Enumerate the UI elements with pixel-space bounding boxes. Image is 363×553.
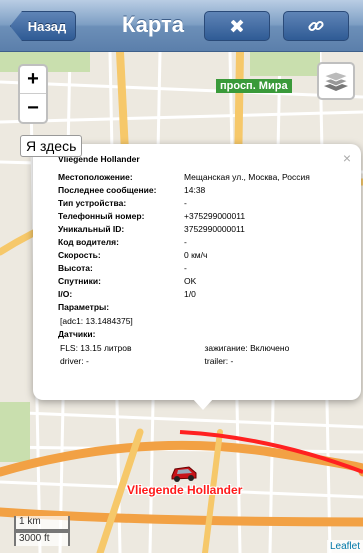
info-value: - bbox=[184, 236, 187, 247]
info-row: Уникальный ID: 3752990000011 bbox=[58, 222, 349, 235]
satellite-button[interactable] bbox=[204, 11, 270, 41]
sensor-row: driver: - trailer: - bbox=[58, 354, 349, 367]
layers-button[interactable] bbox=[317, 62, 355, 100]
info-value: 3752990000011 bbox=[184, 223, 245, 234]
params-value: [adc1: 13.1484375] bbox=[60, 315, 133, 326]
navigation-bar: Назад Карта bbox=[0, 0, 363, 52]
layers-icon bbox=[323, 71, 349, 91]
sensor-row: FLS: 13.15 литров зажигание: Включено bbox=[58, 341, 349, 354]
info-row: Телефонный номер: +375299000011 bbox=[58, 209, 349, 222]
params-title: Параметры: bbox=[58, 302, 110, 312]
here-tooltip: Я здесь bbox=[20, 135, 83, 157]
sensors-title: Датчики: bbox=[58, 329, 96, 339]
scale-bar: 1 km 3000 ft bbox=[14, 516, 70, 546]
back-button[interactable]: Назад bbox=[10, 11, 76, 41]
info-value: 0 км/ч bbox=[184, 249, 208, 260]
vehicle-info-popup: × Vliegende Hollander Местоположение: Мещ… bbox=[33, 144, 361, 400]
sensor-value: зажигание: Включено bbox=[204, 342, 290, 353]
info-value: Мещанская ул., Москва, Россия bbox=[184, 171, 310, 182]
zoom-out-button[interactable]: − bbox=[20, 94, 46, 122]
popup-title: Vliegende Hollander bbox=[58, 154, 140, 164]
info-value: - bbox=[184, 197, 187, 208]
info-row: Последнее сообщение: 14:38 bbox=[58, 183, 349, 196]
info-key: I/O: bbox=[58, 288, 73, 299]
link-icon bbox=[308, 20, 324, 32]
zoom-in-button[interactable]: + bbox=[20, 66, 46, 94]
scale-km: 1 km bbox=[14, 516, 70, 531]
sensor-value: driver: - bbox=[60, 355, 89, 366]
street-label: просп. Мира bbox=[216, 79, 292, 93]
info-row: Скорость: 0 км/ч bbox=[58, 248, 349, 261]
info-key: Тип устройства: bbox=[58, 197, 127, 208]
info-key: Код водителя: bbox=[58, 236, 119, 247]
info-row: Код водителя: - bbox=[58, 235, 349, 248]
info-value: OK bbox=[184, 275, 197, 286]
sensor-value: FLS: 13.15 литров bbox=[60, 342, 132, 353]
info-key: Скорость: bbox=[58, 249, 101, 260]
vehicle-marker[interactable] bbox=[169, 462, 199, 484]
info-value: 14:38 bbox=[184, 184, 206, 195]
info-key: Спутники: bbox=[58, 275, 101, 286]
scale-ft: 3000 ft bbox=[14, 531, 70, 546]
vehicle-label: Vliegende Hollander bbox=[127, 483, 243, 497]
info-row: Спутники: OK bbox=[58, 274, 349, 287]
info-rows: Местоположение: Мещанская ул., Москва, Ро… bbox=[58, 170, 349, 300]
page-title: Карта bbox=[121, 12, 185, 37]
info-key: Телефонный номер: bbox=[58, 210, 145, 221]
info-value: 1/0 bbox=[184, 288, 196, 299]
link-button[interactable] bbox=[283, 11, 349, 41]
info-key: Местоположение: bbox=[58, 171, 133, 182]
satellite-icon bbox=[230, 19, 244, 33]
close-button[interactable]: × bbox=[343, 150, 351, 166]
map-attribution[interactable]: Leaflet bbox=[326, 540, 363, 553]
car-icon bbox=[171, 466, 197, 482]
sensors-list: FLS: 13.15 литров зажигание: Включено driv… bbox=[58, 341, 349, 367]
info-row: Тип устройства: - bbox=[58, 196, 349, 209]
info-key: Уникальный ID: bbox=[58, 223, 125, 234]
info-key: Высота: bbox=[58, 262, 93, 273]
zoom-control: + − bbox=[18, 64, 48, 124]
info-value: - bbox=[184, 262, 187, 273]
info-row: Высота: - bbox=[58, 261, 349, 274]
sensor-value: trailer: - bbox=[204, 355, 234, 366]
info-row: I/O: 1/0 bbox=[58, 287, 349, 300]
info-value: +375299000011 bbox=[184, 210, 246, 221]
info-row: Местоположение: Мещанская ул., Москва, Ро… bbox=[58, 170, 349, 183]
info-key: Последнее сообщение: bbox=[58, 184, 157, 195]
map-view[interactable]: + − просп. Мира Vliegende Hollander 1 km… bbox=[0, 52, 363, 553]
